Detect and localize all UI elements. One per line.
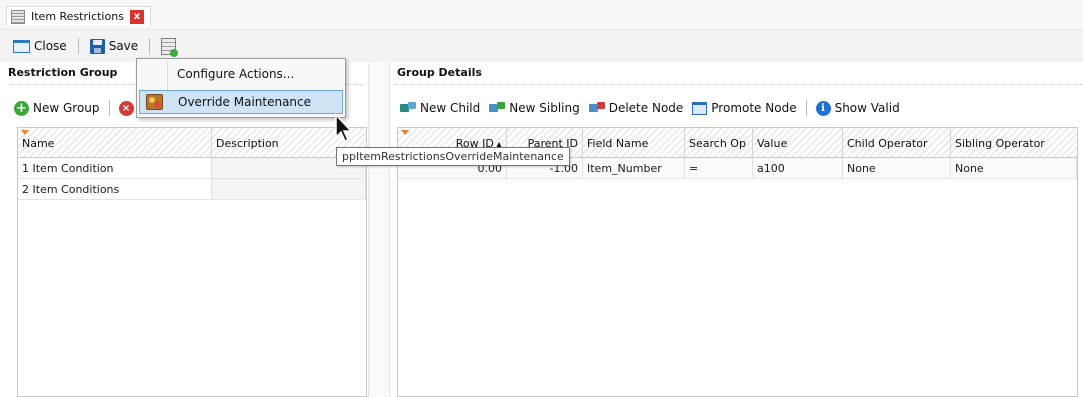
cell-sibling-operator: None (951, 158, 1077, 178)
filter-marker-icon[interactable] (401, 130, 409, 135)
cell-value: a100 (753, 158, 843, 178)
save-button-label: Save (108, 39, 139, 53)
grid-header: Name Description (18, 128, 366, 158)
table-row[interactable]: 2 Item Conditions (18, 179, 366, 200)
new-child-label: New Child (420, 101, 481, 115)
info-icon: i (815, 100, 831, 116)
mouse-cursor-icon (335, 113, 353, 142)
show-valid-button[interactable]: i Show Valid (815, 100, 900, 116)
cell-description (212, 179, 366, 199)
column-header-child-operator[interactable]: Child Operator (843, 128, 951, 157)
new-group-button[interactable]: + New Group (14, 100, 100, 116)
column-header-sibling-operator[interactable]: Sibling Operator (951, 128, 1077, 157)
delete-circle-icon: × (118, 100, 134, 116)
new-child-button[interactable]: New Child (400, 101, 480, 115)
tab-title: Item Restrictions (31, 10, 124, 23)
new-group-label: New Group (33, 101, 100, 115)
toolbar-separator (77, 38, 79, 54)
actions-menu-button[interactable] (158, 35, 179, 57)
save-disk-icon (89, 38, 105, 54)
group-details-toolbar: New Child New Sibling Delete Node Promot… (400, 95, 900, 121)
toolbar-separator (149, 38, 151, 54)
toolbar-separator (108, 100, 110, 116)
promote-node-label: Promote Node (711, 101, 797, 115)
column-header-search-op[interactable]: Search Op (685, 128, 753, 157)
close-button-label: Close (34, 39, 67, 53)
save-button[interactable]: Save (87, 35, 141, 57)
new-sibling-button[interactable]: New Sibling (489, 101, 580, 115)
show-valid-label: Show Valid (834, 101, 900, 115)
panel-splitter[interactable] (368, 62, 390, 397)
cell-name: 1 Item Condition (18, 158, 212, 178)
toolbar-separator (805, 100, 807, 116)
menu-item-label: Override Maintenance (178, 95, 312, 109)
override-maintenance-icon (146, 94, 163, 110)
cell-child-operator: None (843, 158, 951, 178)
delete-node-label: Delete Node (608, 101, 684, 115)
document-tab-strip: Item Restrictions x (0, 0, 1083, 30)
column-header-field-name[interactable]: Field Name (583, 128, 685, 157)
add-circle-icon: + (14, 100, 29, 116)
delete-node-button[interactable]: Delete Node (588, 101, 684, 115)
cell-field-name: Item_Number (583, 158, 685, 178)
close-button[interactable]: Close (10, 35, 70, 57)
section-divider (395, 84, 1083, 85)
new-child-icon (400, 102, 416, 114)
close-tab-icon[interactable]: x (129, 9, 144, 24)
document-list-icon (11, 9, 25, 24)
tooltip: ppItemRestrictionsOverrideMaintenance (336, 147, 570, 166)
delete-node-icon (588, 102, 605, 114)
menu-item-configure-actions[interactable]: Configure Actions... (139, 62, 343, 86)
group-details-grid: Row ID ▲ Parent ID Field Name Search Op V… (397, 127, 1078, 397)
cell-search-op: = (685, 158, 753, 178)
promote-node-button[interactable]: Promote Node (692, 101, 797, 115)
restriction-group-toolbar: + New Group × (14, 95, 134, 121)
restriction-group-grid: Name Description 1 Item Condition 2 Item… (17, 127, 367, 397)
close-window-icon (13, 39, 30, 53)
menu-item-override-maintenance[interactable]: Override Maintenance (139, 90, 343, 114)
actions-list-icon (161, 37, 179, 57)
new-sibling-icon (489, 102, 506, 114)
group-details-title: Group Details (397, 66, 482, 79)
delete-group-button[interactable]: × (118, 100, 134, 116)
column-header-value[interactable]: Value (753, 128, 843, 157)
column-header-name[interactable]: Name (18, 128, 212, 157)
filter-marker-icon[interactable] (21, 130, 29, 135)
menu-item-label: Configure Actions... (177, 67, 295, 81)
tab-item-restrictions[interactable]: Item Restrictions x (6, 6, 151, 26)
promote-node-icon (692, 101, 708, 115)
restriction-group-title: Restriction Group (8, 66, 118, 79)
table-row[interactable]: 1 Item Condition (18, 158, 366, 179)
new-sibling-label: New Sibling (509, 101, 580, 115)
cell-name: 2 Item Conditions (18, 179, 212, 199)
actions-context-menu: Configure Actions... Override Maintenanc… (136, 58, 346, 118)
